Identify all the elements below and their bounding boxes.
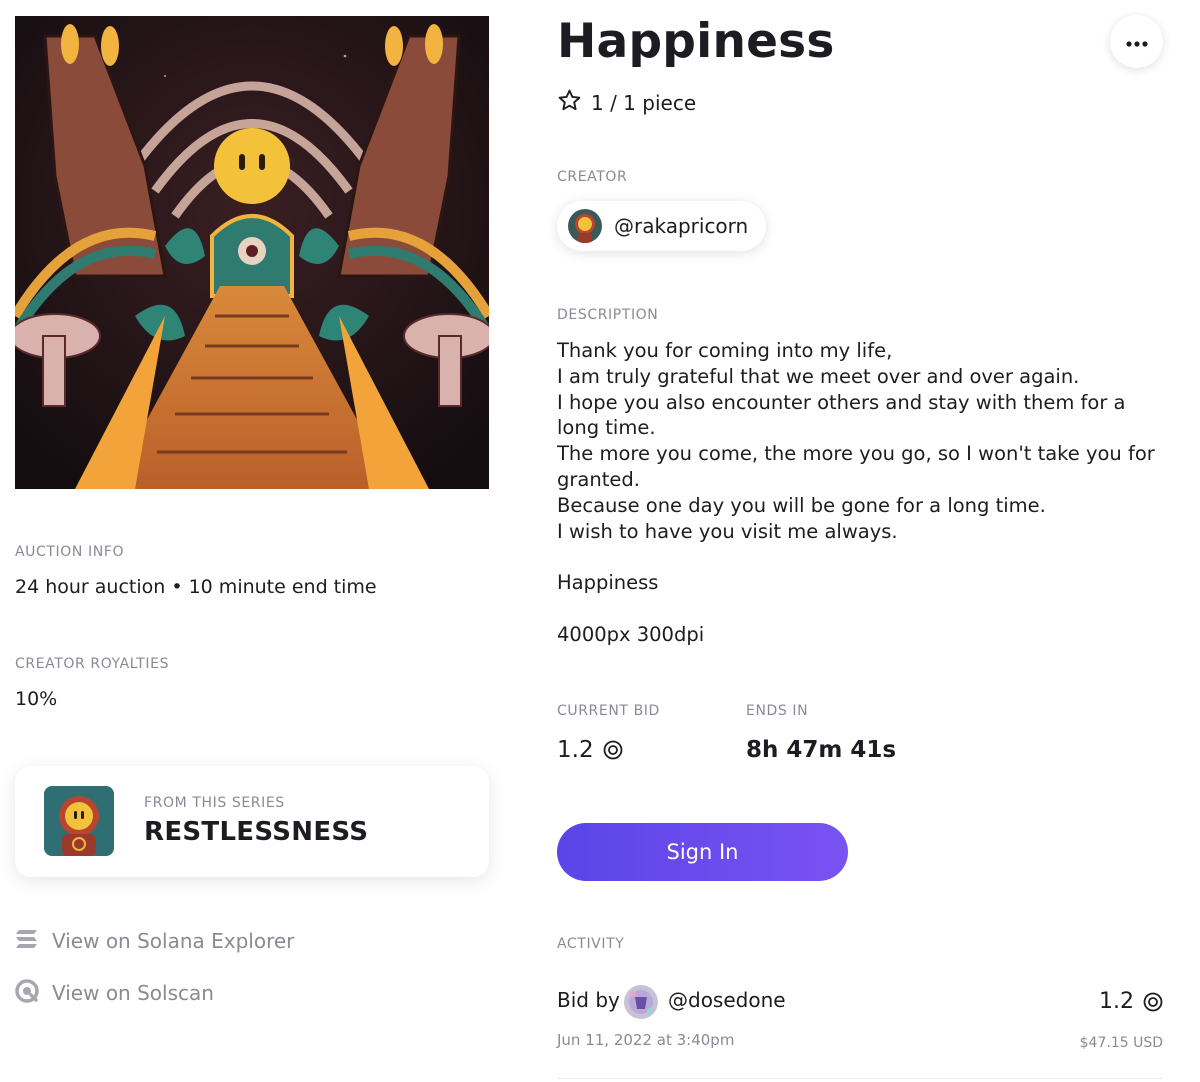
creator-royalties-label: CREATOR ROYALTIES <box>15 656 170 672</box>
activity-amount: 1.2 <box>1099 989 1163 1014</box>
page-title: Happiness <box>557 14 835 69</box>
activity-amount-value: 1.2 <box>1099 989 1134 1014</box>
bidder-handle[interactable]: @dosedone <box>668 988 786 1012</box>
edition-text: 1 / 1 piece <box>591 90 697 115</box>
star-icon <box>557 88 582 117</box>
auction-info-label: AUCTION INFO <box>15 544 125 560</box>
description-line: I am truly grateful that we meet over an… <box>557 364 1080 388</box>
description-line: I wish to have you visit me always. <box>557 519 898 543</box>
activity-label: ACTIVITY <box>557 936 625 952</box>
auction-info-value: 24 hour auction • 10 minute end time <box>15 576 377 598</box>
description-text: Thank you for coming into my life, I am … <box>557 338 1167 648</box>
solscan-link[interactable]: View on Solscan <box>15 979 214 1007</box>
divider <box>557 1078 1163 1079</box>
more-options-button[interactable] <box>1110 15 1163 68</box>
creator-avatar <box>568 209 602 243</box>
bidder-avatar[interactable] <box>624 985 658 1019</box>
solana-icon <box>15 928 39 954</box>
creator-label: CREATOR <box>557 169 628 185</box>
activity-usd-value: $47.15 USD <box>1079 1035 1163 1051</box>
series-thumbnail <box>44 786 114 856</box>
sol-icon <box>1143 992 1163 1012</box>
current-bid-value: 1.2 <box>557 737 623 763</box>
activity-prefix: Bid by <box>557 988 620 1012</box>
sign-in-button[interactable]: Sign In <box>557 823 848 881</box>
solana-explorer-link-label: View on Solana Explorer <box>52 929 295 953</box>
description-line: The more you come, the more you go, so I… <box>557 442 1155 491</box>
description-label: DESCRIPTION <box>557 307 659 323</box>
creator-royalties-value: 10% <box>15 688 58 710</box>
artwork-image[interactable] <box>15 16 489 489</box>
solscan-link-label: View on Solscan <box>52 981 214 1005</box>
edition-info: 1 / 1 piece <box>557 88 696 117</box>
activity-date: Jun 11, 2022 at 3:40pm <box>557 1031 735 1049</box>
current-bid-amount: 1.2 <box>557 737 594 763</box>
ends-in-label: ENDS IN <box>746 703 809 719</box>
creator-profile-link[interactable]: @rakapricorn <box>557 201 767 251</box>
activity-item: Bid by @dosedone Jun 11, 2022 at 3:40pm … <box>557 984 1163 1054</box>
creator-handle: @rakapricorn <box>614 214 749 238</box>
description-title-line: Happiness <box>557 571 659 595</box>
description-line: Because one day you will be gone for a l… <box>557 493 1046 517</box>
sol-icon <box>603 740 623 760</box>
series-label: FROM THIS SERIES <box>144 795 285 811</box>
current-bid-label: CURRENT BID <box>557 703 660 719</box>
description-line: Thank you for coming into my life, <box>557 339 893 362</box>
ends-in-countdown: 8h 47m 41s <box>746 737 897 763</box>
series-card[interactable]: FROM THIS SERIES RESTLESSNESS <box>15 766 489 877</box>
solscan-icon <box>15 979 39 1007</box>
description-line: I hope you also encounter others and sta… <box>557 390 1126 440</box>
series-name: RESTLESSNESS <box>144 817 369 847</box>
more-dots-icon <box>1125 32 1148 51</box>
solana-explorer-link[interactable]: View on Solana Explorer <box>15 928 294 954</box>
description-specs-line: 4000px 300dpi <box>557 622 705 646</box>
